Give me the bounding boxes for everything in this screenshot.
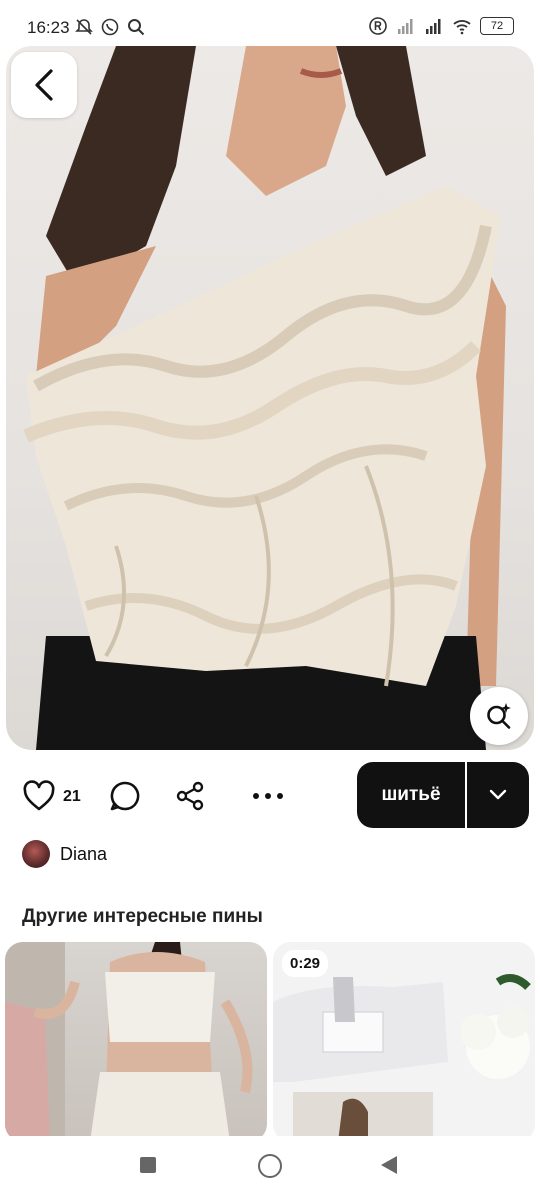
- signal-icon: [426, 19, 441, 34]
- recent-apps-icon[interactable]: [140, 1157, 156, 1173]
- more-options-icon[interactable]: [248, 780, 288, 812]
- wifi-icon: [453, 20, 471, 35]
- chevron-left-icon: [35, 69, 53, 101]
- battery-level: 72: [490, 20, 504, 32]
- battery-icon: 72: [480, 17, 514, 35]
- back-button[interactable]: [11, 52, 77, 118]
- save-to-board-group: шитьё: [357, 762, 529, 828]
- video-duration-badge: 0:29: [282, 950, 329, 977]
- registered-icon: [369, 17, 387, 35]
- comment-icon[interactable]: [108, 779, 142, 813]
- system-nav-bar: [0, 1136, 540, 1200]
- pin-author[interactable]: Diana: [22, 840, 107, 868]
- board-save-button[interactable]: шитьё: [357, 762, 465, 828]
- share-icon[interactable]: [174, 780, 206, 812]
- mute-bell-icon: [75, 19, 93, 35]
- status-bar: 16:23 72: [0, 0, 540, 46]
- search-icon: [128, 19, 145, 36]
- knit-set-photo: [5, 942, 253, 1142]
- status-icons-left: [74, 17, 146, 37]
- author-name: Diana: [60, 843, 108, 864]
- like-count: 21: [63, 788, 81, 805]
- blouse-photo: [23, 46, 506, 750]
- status-icons-right: 72: [368, 16, 514, 36]
- system-back-icon[interactable]: [381, 1156, 397, 1174]
- more-pins-title: Другие интересные пины: [22, 906, 263, 927]
- pin-action-row: 21 шитьё: [0, 762, 540, 830]
- lens-search-icon: [487, 703, 511, 729]
- status-time: 16:23: [27, 18, 70, 37]
- avatar: [22, 840, 50, 868]
- chevron-down-icon: [489, 789, 507, 800]
- home-icon[interactable]: [258, 1154, 282, 1178]
- pin-image[interactable]: [6, 46, 534, 750]
- visual-search-button[interactable]: [470, 687, 528, 745]
- related-pin-card[interactable]: [5, 942, 267, 1142]
- board-dropdown-button[interactable]: [467, 762, 529, 828]
- whatsapp-icon: [101, 18, 119, 36]
- signal-icon: [398, 19, 413, 34]
- heart-icon[interactable]: [22, 780, 56, 812]
